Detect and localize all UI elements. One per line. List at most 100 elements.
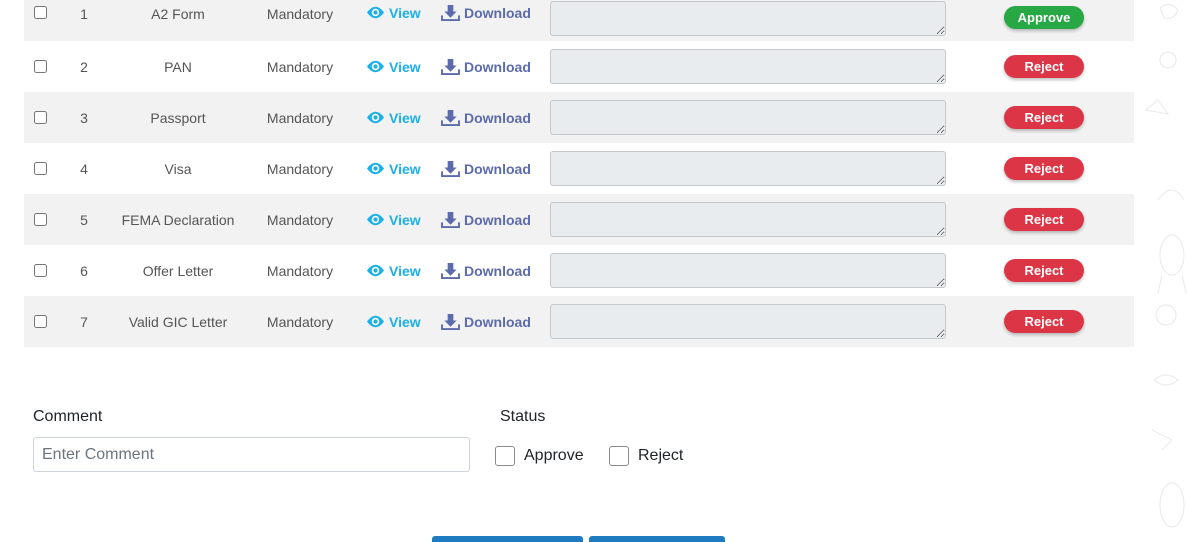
table-row: 5 FEMA Declaration Mandatory View Downlo… bbox=[24, 194, 1134, 245]
download-label: Download bbox=[464, 211, 531, 228]
row-select-checkbox[interactable] bbox=[34, 60, 47, 73]
row-number: 1 bbox=[80, 6, 88, 22]
secondary-button[interactable] bbox=[589, 536, 725, 542]
document-name: Visa bbox=[164, 160, 192, 177]
view-link[interactable]: View bbox=[366, 58, 421, 75]
row-select-checkbox[interactable] bbox=[34, 162, 47, 175]
download-icon bbox=[441, 160, 460, 177]
document-name: FEMA Declaration bbox=[121, 211, 235, 228]
requirement-label: Mandatory bbox=[266, 6, 334, 22]
view-link[interactable]: View bbox=[366, 262, 421, 279]
document-name: PAN bbox=[164, 58, 192, 75]
view-link[interactable]: View bbox=[366, 211, 421, 228]
table-row: 6 Offer Letter Mandatory View Download R… bbox=[24, 245, 1134, 296]
row-select-checkbox[interactable] bbox=[34, 213, 47, 226]
remark-textarea[interactable] bbox=[550, 202, 946, 237]
view-label: View bbox=[389, 160, 421, 177]
row-select-checkbox[interactable] bbox=[34, 264, 47, 277]
table-row: 7 Valid GIC Letter Mandatory View Downlo… bbox=[24, 296, 1134, 347]
approve-option-label: Approve bbox=[524, 447, 584, 464]
download-label: Download bbox=[464, 109, 531, 126]
row-number: 6 bbox=[80, 262, 88, 279]
download-link[interactable]: Download bbox=[441, 109, 531, 126]
download-icon bbox=[441, 58, 460, 75]
view-label: View bbox=[389, 109, 421, 126]
status-badge[interactable]: Approve bbox=[1004, 6, 1084, 29]
approve-option[interactable]: Approve bbox=[495, 446, 584, 466]
remark-textarea[interactable] bbox=[550, 304, 946, 339]
requirement-label: Mandatory bbox=[266, 211, 334, 228]
eye-icon bbox=[366, 60, 385, 73]
download-icon bbox=[441, 211, 460, 228]
requirement-label: Mandatory bbox=[266, 160, 334, 177]
comment-label: Comment bbox=[33, 408, 103, 425]
eye-icon bbox=[366, 162, 385, 175]
view-label: View bbox=[389, 4, 421, 21]
download-icon bbox=[441, 4, 460, 21]
remark-textarea[interactable] bbox=[550, 151, 946, 186]
eye-icon bbox=[366, 111, 385, 124]
primary-button[interactable] bbox=[432, 536, 583, 542]
row-select-checkbox[interactable] bbox=[34, 315, 47, 328]
status-badge[interactable]: Reject bbox=[1004, 208, 1084, 231]
document-name: A2 Form bbox=[151, 6, 205, 22]
remark-textarea[interactable] bbox=[550, 253, 946, 288]
view-link[interactable]: View bbox=[366, 109, 421, 126]
download-link[interactable]: Download bbox=[441, 160, 531, 177]
requirement-label: Mandatory bbox=[266, 109, 334, 126]
eye-icon bbox=[366, 315, 385, 328]
row-number: 3 bbox=[80, 109, 88, 126]
row-number: 5 bbox=[80, 211, 88, 228]
table-row: 2 PAN Mandatory View Download Reject bbox=[24, 41, 1134, 92]
remark-textarea[interactable] bbox=[550, 1, 946, 36]
view-label: View bbox=[389, 313, 421, 330]
requirement-label: Mandatory bbox=[266, 313, 334, 330]
download-link[interactable]: Download bbox=[441, 211, 531, 228]
view-link[interactable]: View bbox=[366, 313, 421, 330]
row-number: 4 bbox=[80, 160, 88, 177]
remark-textarea[interactable] bbox=[550, 100, 946, 135]
status-badge[interactable]: Reject bbox=[1004, 157, 1084, 180]
view-link[interactable]: View bbox=[366, 4, 421, 21]
eye-icon bbox=[366, 264, 385, 277]
reject-option-label: Reject bbox=[638, 447, 684, 464]
status-badge[interactable]: Reject bbox=[1004, 259, 1084, 282]
view-label: View bbox=[389, 211, 421, 228]
eye-icon bbox=[366, 213, 385, 226]
download-link[interactable]: Download bbox=[441, 262, 531, 279]
download-label: Download bbox=[464, 58, 531, 75]
status-badge[interactable]: Reject bbox=[1004, 106, 1084, 129]
reject-option[interactable]: Reject bbox=[609, 446, 683, 466]
download-label: Download bbox=[464, 262, 531, 279]
document-name: Valid GIC Letter bbox=[128, 313, 228, 330]
status-badge[interactable]: Reject bbox=[1004, 55, 1084, 78]
documents-table: 1 A2 Form Mandatory View Download Approv… bbox=[24, 0, 1134, 347]
view-label: View bbox=[389, 58, 421, 75]
requirement-label: Mandatory bbox=[266, 262, 334, 279]
comment-input[interactable] bbox=[33, 437, 470, 472]
view-link[interactable]: View bbox=[366, 160, 421, 177]
download-label: Download bbox=[464, 160, 531, 177]
document-name: Passport bbox=[150, 109, 206, 126]
download-link[interactable]: Download bbox=[441, 313, 531, 330]
download-icon bbox=[441, 262, 460, 279]
view-label: View bbox=[389, 262, 421, 279]
status-label: Status bbox=[500, 408, 546, 425]
doodle-background-decoration bbox=[1144, 3, 1187, 528]
row-number: 7 bbox=[80, 313, 88, 330]
remark-textarea[interactable] bbox=[550, 49, 946, 84]
table-row: 1 A2 Form Mandatory View Download Approv… bbox=[24, 0, 1134, 41]
requirement-label: Mandatory bbox=[266, 58, 334, 75]
row-select-checkbox[interactable] bbox=[34, 111, 47, 124]
row-number: 2 bbox=[80, 58, 88, 75]
eye-icon bbox=[366, 6, 385, 19]
download-link[interactable]: Download bbox=[441, 58, 531, 75]
row-select-checkbox[interactable] bbox=[34, 6, 47, 19]
document-name: Offer Letter bbox=[142, 262, 214, 279]
download-link[interactable]: Download bbox=[441, 4, 531, 21]
approve-checkbox[interactable] bbox=[495, 446, 515, 466]
reject-checkbox[interactable] bbox=[609, 446, 629, 466]
download-icon bbox=[441, 313, 460, 330]
status-badge[interactable]: Reject bbox=[1004, 310, 1084, 333]
download-label: Download bbox=[464, 4, 531, 21]
